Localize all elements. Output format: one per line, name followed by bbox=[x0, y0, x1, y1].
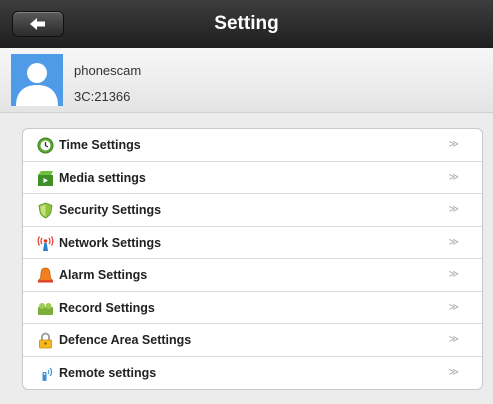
chevron-right-icon: ≫ bbox=[448, 171, 460, 183]
menu-item-defence-area-settings[interactable]: Defence Area Settings ≫ bbox=[23, 324, 482, 357]
menu-item-label: Time Settings bbox=[59, 138, 141, 152]
menu-item-label: Security Settings bbox=[59, 203, 162, 217]
chevron-right-icon: ≫ bbox=[448, 334, 460, 345]
chevron-right-icon: ≫ bbox=[448, 269, 460, 280]
antenna-icon bbox=[37, 235, 54, 251]
chevron-right-icon: ≫ bbox=[448, 301, 460, 313]
menu-item-media-settings[interactable]: Media settings ≫ bbox=[23, 162, 482, 194]
page-title: Setting bbox=[214, 13, 279, 34]
menu-item-label: Alarm Settings bbox=[59, 268, 148, 282]
menu-item-label: Remote settings bbox=[59, 365, 157, 380]
menu-item-security-settings[interactable]: Security Settings ≫ bbox=[23, 194, 482, 227]
menu-item-label: Media settings bbox=[59, 170, 146, 185]
chevron-right-icon: ≫ bbox=[448, 366, 460, 378]
device-id: 3C:21366 bbox=[74, 89, 131, 104]
settings-menu: Time Settings ≫ Media settings ≫ Securit… bbox=[22, 128, 483, 390]
user-avatar-icon bbox=[11, 54, 63, 106]
device-profile: phonescam 3C:21366 bbox=[0, 48, 493, 113]
remote-icon bbox=[42, 367, 53, 381]
menu-item-label: Record Settings bbox=[59, 300, 155, 315]
device-name: phonescam bbox=[74, 63, 142, 78]
chevron-right-icon: ≫ bbox=[448, 236, 460, 248]
title-bar: Setting bbox=[0, 0, 493, 49]
menu-item-label: Network Settings bbox=[59, 235, 162, 250]
chevron-right-icon: ≫ bbox=[448, 204, 460, 215]
menu-item-remote-settings[interactable]: Remote settings ≫ bbox=[23, 357, 482, 390]
record-icon bbox=[38, 302, 53, 315]
clock-icon bbox=[37, 137, 54, 154]
menu-item-label: Defence Area Settings bbox=[59, 333, 192, 347]
menu-item-time-settings[interactable]: Time Settings ≫ bbox=[23, 129, 482, 162]
lock-icon bbox=[39, 332, 52, 349]
chevron-right-icon: ≫ bbox=[448, 139, 460, 150]
menu-item-network-settings[interactable]: Network Settings ≫ bbox=[23, 227, 482, 259]
bell-icon bbox=[37, 267, 54, 283]
media-icon bbox=[38, 170, 53, 186]
shield-icon bbox=[38, 202, 53, 219]
menu-item-alarm-settings[interactable]: Alarm Settings ≫ bbox=[23, 259, 482, 292]
menu-item-record-settings[interactable]: Record Settings ≫ bbox=[23, 292, 482, 324]
